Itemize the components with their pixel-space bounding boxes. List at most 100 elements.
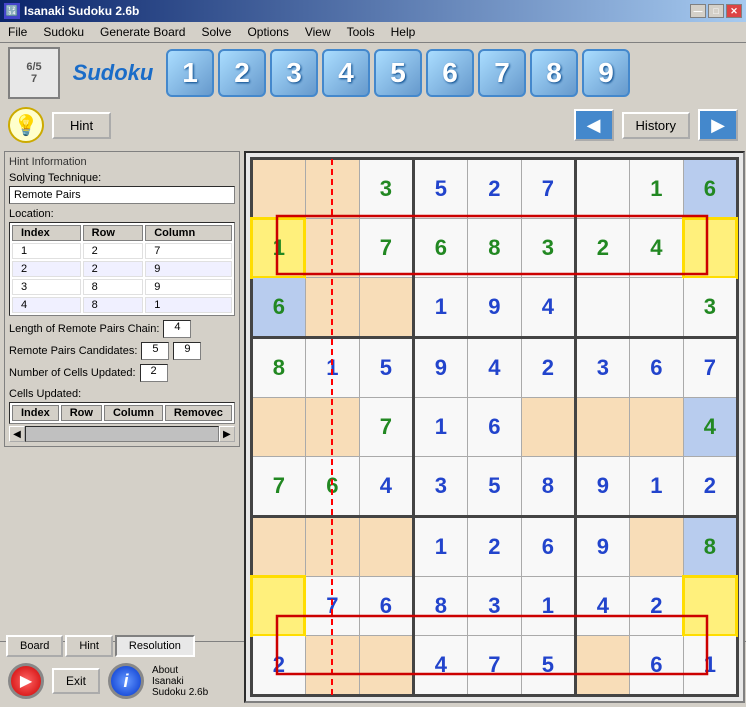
num-btn-7[interactable]: 7 xyxy=(478,49,526,97)
sudoku-cell[interactable]: 6 xyxy=(413,218,467,278)
sudoku-cell[interactable]: 2 xyxy=(629,576,683,636)
sudoku-cell[interactable]: 3 xyxy=(467,576,521,636)
sudoku-cell[interactable]: 7 xyxy=(359,218,413,278)
sudoku-cell[interactable]: 3 xyxy=(683,278,737,338)
num-btn-4[interactable]: 4 xyxy=(322,49,370,97)
tab-hint[interactable]: Hint xyxy=(65,635,113,657)
sudoku-cell[interactable] xyxy=(629,278,683,338)
sudoku-cell[interactable]: 5 xyxy=(467,457,521,517)
menu-generate[interactable]: Generate Board xyxy=(96,24,189,40)
menu-tools[interactable]: Tools xyxy=(343,24,379,40)
sudoku-cell[interactable]: 3 xyxy=(359,159,413,219)
sudoku-cell[interactable] xyxy=(251,576,305,636)
maximize-button[interactable]: □ xyxy=(708,4,724,18)
sudoku-cell[interactable]: 4 xyxy=(413,636,467,696)
num-btn-6[interactable]: 6 xyxy=(426,49,474,97)
back-arrow-button[interactable]: ◀ xyxy=(574,109,614,141)
sudoku-cell[interactable]: 6 xyxy=(683,159,737,219)
scroll-left-arrow[interactable]: ◀ xyxy=(9,426,25,442)
sudoku-cell[interactable] xyxy=(305,397,359,457)
menu-options[interactable]: Options xyxy=(243,24,292,40)
sudoku-cell[interactable] xyxy=(683,218,737,278)
sudoku-cell[interactable]: 1 xyxy=(683,636,737,696)
sudoku-cell[interactable]: 4 xyxy=(359,457,413,517)
sudoku-cell[interactable] xyxy=(305,278,359,338)
sudoku-cell[interactable]: 1 xyxy=(413,397,467,457)
sudoku-cell[interactable]: 5 xyxy=(413,159,467,219)
tab-resolution[interactable]: Resolution xyxy=(115,635,195,657)
sudoku-cell[interactable]: 1 xyxy=(629,159,683,219)
sudoku-cell[interactable]: 9 xyxy=(575,457,629,517)
sudoku-cell[interactable] xyxy=(251,159,305,219)
sudoku-cell[interactable] xyxy=(575,636,629,696)
menu-solve[interactable]: Solve xyxy=(197,24,235,40)
sudoku-cell[interactable]: 7 xyxy=(683,337,737,397)
sudoku-cell[interactable]: 9 xyxy=(575,516,629,576)
sudoku-cell[interactable]: 4 xyxy=(629,218,683,278)
exit-button[interactable]: Exit xyxy=(52,668,100,694)
menu-view[interactable]: View xyxy=(301,24,335,40)
forward-arrow-button[interactable]: ▶ xyxy=(698,109,738,141)
num-btn-3[interactable]: 3 xyxy=(270,49,318,97)
sudoku-cell[interactable]: 7 xyxy=(467,636,521,696)
sudoku-cell[interactable]: 1 xyxy=(251,218,305,278)
sudoku-cell[interactable]: 6 xyxy=(305,457,359,517)
play-button[interactable]: ▶ xyxy=(8,663,44,699)
sudoku-cell[interactable]: 7 xyxy=(359,397,413,457)
sudoku-cell[interactable] xyxy=(359,278,413,338)
sudoku-cell[interactable] xyxy=(629,397,683,457)
sudoku-cell[interactable] xyxy=(251,516,305,576)
sudoku-cell[interactable]: 5 xyxy=(521,636,575,696)
menu-sudoku[interactable]: Sudoku xyxy=(39,24,88,40)
sudoku-cell[interactable]: 9 xyxy=(413,337,467,397)
sudoku-cell[interactable]: 3 xyxy=(575,337,629,397)
sudoku-cell[interactable]: 1 xyxy=(413,516,467,576)
sudoku-cell[interactable]: 4 xyxy=(575,576,629,636)
sudoku-cell[interactable] xyxy=(359,636,413,696)
sudoku-cell[interactable]: 6 xyxy=(521,516,575,576)
sudoku-cell[interactable]: 4 xyxy=(467,337,521,397)
tab-board[interactable]: Board xyxy=(6,635,63,657)
sudoku-cell[interactable]: 1 xyxy=(305,337,359,397)
minimize-button[interactable]: — xyxy=(690,4,706,18)
sudoku-cell[interactable] xyxy=(683,576,737,636)
sudoku-cell[interactable]: 1 xyxy=(629,457,683,517)
sudoku-cell[interactable]: 6 xyxy=(629,337,683,397)
sudoku-cell[interactable]: 8 xyxy=(413,576,467,636)
sudoku-cell[interactable] xyxy=(305,516,359,576)
history-button[interactable]: History xyxy=(622,112,690,139)
num-btn-9[interactable]: 9 xyxy=(582,49,630,97)
sudoku-cell[interactable] xyxy=(629,516,683,576)
sudoku-cell[interactable]: 7 xyxy=(251,457,305,517)
sudoku-cell[interactable]: 5 xyxy=(359,337,413,397)
sudoku-cell[interactable]: 2 xyxy=(683,457,737,517)
sudoku-cell[interactable] xyxy=(521,397,575,457)
sudoku-cell[interactable]: 2 xyxy=(575,218,629,278)
sudoku-cell[interactable] xyxy=(575,278,629,338)
sudoku-cell[interactable]: 9 xyxy=(467,278,521,338)
menu-help[interactable]: Help xyxy=(387,24,420,40)
sudoku-cell[interactable]: 6 xyxy=(467,397,521,457)
sudoku-cell[interactable] xyxy=(575,159,629,219)
sudoku-cell[interactable]: 3 xyxy=(413,457,467,517)
sudoku-cell[interactable]: 1 xyxy=(521,576,575,636)
sudoku-cell[interactable]: 4 xyxy=(521,278,575,338)
sudoku-cell[interactable]: 7 xyxy=(521,159,575,219)
sudoku-cell[interactable]: 8 xyxy=(683,516,737,576)
sudoku-cell[interactable]: 2 xyxy=(521,337,575,397)
sudoku-cell[interactable] xyxy=(575,397,629,457)
menu-file[interactable]: File xyxy=(4,24,31,40)
sudoku-cell[interactable] xyxy=(251,397,305,457)
sudoku-cell[interactable]: 6 xyxy=(629,636,683,696)
sudoku-cell[interactable]: 8 xyxy=(521,457,575,517)
num-btn-8[interactable]: 8 xyxy=(530,49,578,97)
num-btn-5[interactable]: 5 xyxy=(374,49,422,97)
sudoku-cell[interactable]: 2 xyxy=(467,159,521,219)
sudoku-cell[interactable]: 3 xyxy=(521,218,575,278)
sudoku-cell[interactable] xyxy=(359,516,413,576)
sudoku-cell[interactable] xyxy=(305,218,359,278)
sudoku-cell[interactable]: 8 xyxy=(251,337,305,397)
sudoku-cell[interactable]: 1 xyxy=(413,278,467,338)
scroll-track[interactable] xyxy=(25,426,219,442)
sudoku-cell[interactable]: 6 xyxy=(359,576,413,636)
